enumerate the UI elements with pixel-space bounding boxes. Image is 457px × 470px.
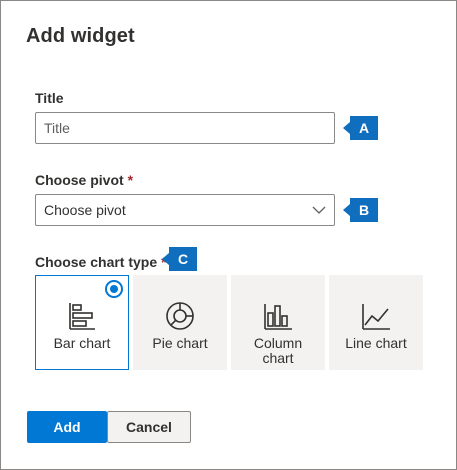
chart-type-label-text: Choose chart type [35,254,158,270]
chart-type-label: Choose chart type* [35,254,167,270]
chart-option-column[interactable]: Column chart [231,275,325,370]
chart-option-line[interactable]: Line chart [329,275,423,370]
column-chart-icon [262,300,294,332]
pivot-dropdown-value: Choose pivot [44,202,126,218]
selected-radio-icon [105,280,123,298]
pie-chart-icon [164,300,196,332]
chart-option-label: Column chart [253,335,303,366]
callout-a: A [350,116,378,140]
add-button[interactable]: Add [27,411,107,443]
chart-type-options: Bar chart Pie chart Column chart Line ch… [35,275,425,370]
dialog-title: Add widget [26,25,135,47]
cancel-button[interactable]: Cancel [107,411,191,443]
add-widget-dialog: Add widget Title A Choose pivot* Choose … [0,0,457,470]
callout-c: C [169,247,197,271]
pivot-dropdown[interactable]: Choose pivot [35,194,335,226]
callout-b: B [350,198,378,222]
chart-option-label: Line chart [345,335,407,351]
required-mark: * [127,172,134,188]
chevron-down-icon [312,205,326,215]
title-label: Title [35,90,64,106]
bar-chart-icon [66,300,98,332]
chart-option-label: Bar chart [53,335,111,351]
chart-option-label: Pie chart [152,335,208,351]
pivot-label-text: Choose pivot [35,172,124,188]
chart-option-pie[interactable]: Pie chart [133,275,227,370]
line-chart-icon [360,300,392,332]
title-input[interactable] [35,112,335,144]
pivot-label: Choose pivot * [35,172,133,188]
chart-option-bar[interactable]: Bar chart [35,275,129,370]
